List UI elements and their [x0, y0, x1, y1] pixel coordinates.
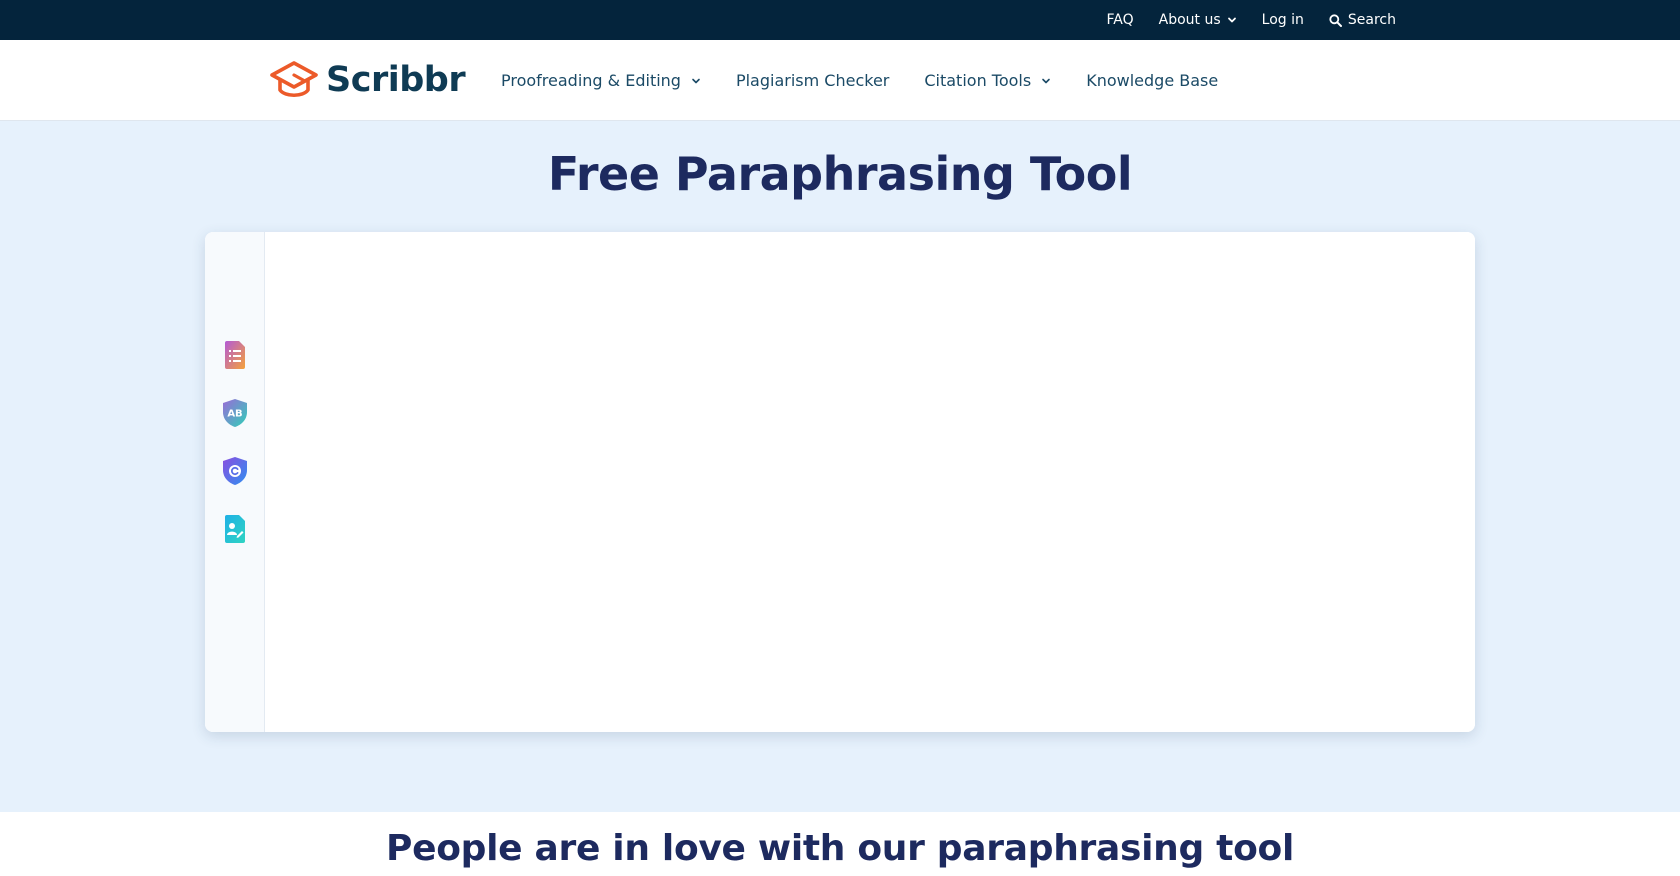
chevron-down-icon [1227, 17, 1236, 23]
svg-text:AB: AB [227, 409, 242, 420]
main-nav: Proofreading & Editing Plagiarism Checke… [501, 40, 1218, 121]
nav-plagiarism-checker[interactable]: Plagiarism Checker [736, 71, 889, 90]
nav-citation-label: Citation Tools [924, 71, 1032, 90]
nav-proofreading-editing[interactable]: Proofreading & Editing [501, 71, 701, 90]
log-in-link[interactable]: Log in [1262, 12, 1304, 28]
chevron-down-icon [692, 78, 700, 83]
main-header: Scribbr Proofreading & Editing Plagiaris… [0, 40, 1680, 121]
ai-proofreader-icon [225, 515, 245, 543]
nav-knowledge-label: Knowledge Base [1086, 71, 1219, 90]
nav-plagiarism-label: Plagiarism Checker [735, 71, 890, 90]
about-us-menu[interactable]: About us [1159, 12, 1237, 28]
logo-wordmark: Scribbr [326, 60, 466, 100]
summarizer-button[interactable] [219, 339, 251, 371]
faq-label: FAQ [1106, 12, 1134, 28]
hero-section: Free Paraphrasing Tool AB [0, 121, 1680, 812]
graduation-cap-logo-icon [270, 61, 318, 98]
chevron-down-icon [1042, 78, 1051, 83]
ai-proofreader-button[interactable] [219, 513, 251, 545]
summarizer-icon [225, 341, 245, 369]
grammar-checker-icon: AB [223, 399, 247, 427]
scribbr-logo[interactable]: Scribbr [268, 58, 466, 102]
tool-sidebar: AB [205, 232, 265, 732]
page-title: Free Paraphrasing Tool [547, 147, 1133, 201]
nav-knowledge-base[interactable]: Knowledge Base [1086, 71, 1218, 90]
paraphrasing-tool-card: AB [205, 232, 1475, 732]
top-utility-bar: FAQ About us Log in Search [0, 0, 1680, 40]
utility-nav: FAQ About us Log in Search [1107, 0, 1396, 40]
search-button[interactable]: Search [1329, 12, 1396, 28]
search-label: Search [1347, 12, 1396, 28]
about-us-label: About us [1158, 12, 1221, 28]
grammar-checker-button[interactable]: AB [219, 397, 251, 429]
faq-link[interactable]: FAQ [1107, 12, 1134, 28]
plagiarism-checker-icon [223, 457, 247, 485]
nav-proofreading-label: Proofreading & Editing [501, 71, 681, 90]
plagiarism-checker-button[interactable] [219, 455, 251, 487]
paraphrase-editor[interactable] [265, 232, 1475, 732]
nav-citation-tools[interactable]: Citation Tools [924, 71, 1051, 90]
search-icon [1329, 13, 1342, 27]
reviews-title: People are in love with our paraphrasing… [386, 828, 1294, 869]
log-in-label: Log in [1261, 12, 1304, 28]
